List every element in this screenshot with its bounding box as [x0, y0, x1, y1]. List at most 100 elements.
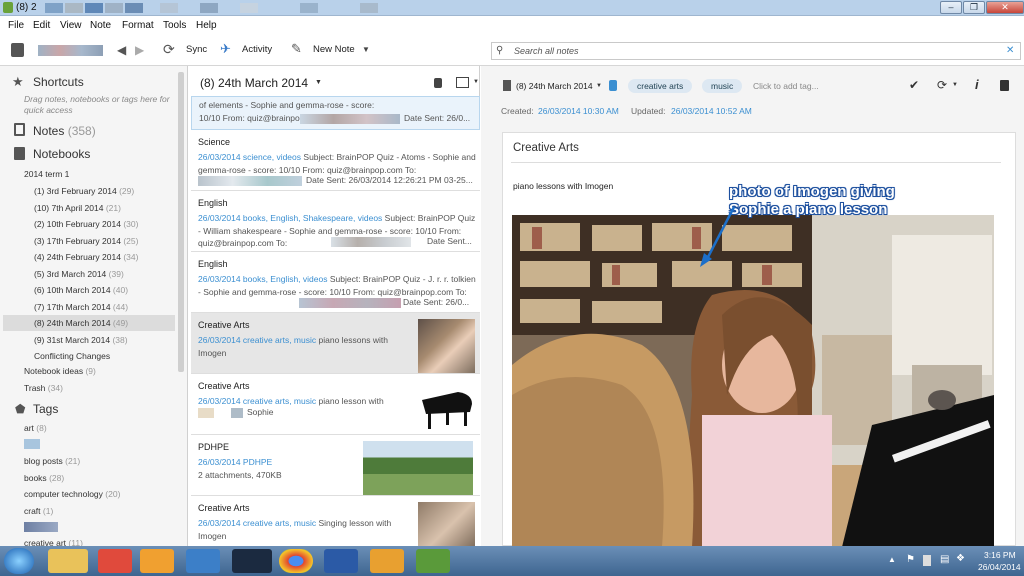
note-thumbnail — [418, 502, 475, 546]
view-options-dropdown-icon[interactable]: ▼ — [473, 79, 479, 85]
sidebar-item-notebook[interactable]: (7) 17th March 2014 (44) — [34, 302, 128, 312]
sidebar-item-notebook[interactable]: Conflicting Changes — [34, 351, 110, 361]
sidebar-item-notebook[interactable]: (9) 31st March 2014 (38) — [34, 335, 128, 345]
sidebar-tag-art[interactable]: art (8) — [24, 423, 47, 433]
activity-icon[interactable]: ✈ — [220, 41, 231, 57]
menu-edit[interactable]: Edit — [33, 20, 50, 31]
photo-annotation: photo of Imogen giving Sophie a piano le… — [729, 183, 895, 219]
hp-taskbar-icon[interactable] — [232, 549, 272, 573]
tray-expand-icon[interactable]: ▲ — [888, 555, 896, 564]
word-taskbar-icon[interactable] — [324, 549, 358, 573]
menu-bar: File Edit View Note Format Tools Help — [0, 17, 1024, 35]
reminder-icon[interactable]: ✔ — [909, 78, 919, 92]
new-note-dropdown-icon[interactable]: ▼ — [362, 45, 370, 54]
lock-icon[interactable] — [434, 78, 442, 88]
share-dropdown-icon[interactable]: ▼ — [952, 82, 958, 88]
close-button[interactable]: ✕ — [986, 1, 1024, 14]
sidebar-tag-books[interactable]: books (28) — [24, 473, 64, 483]
sync-icon[interactable]: ⟳ — [163, 41, 175, 58]
account-name-redacted — [38, 45, 103, 56]
app-taskbar-icon[interactable] — [98, 549, 132, 573]
forward-arrow-icon[interactable]: ▶ — [135, 43, 144, 57]
list-item[interactable]: Creative Arts 26/03/2014 creative arts, … — [191, 374, 480, 435]
note-photo — [512, 215, 994, 547]
sidebar-item-notebook[interactable]: (5) 3rd March 2014 (39) — [34, 269, 124, 279]
menu-note[interactable]: Note — [90, 20, 111, 31]
tag-icon — [609, 80, 617, 91]
menu-tools[interactable]: Tools — [163, 20, 186, 31]
notebook-stack[interactable]: 2014 term 1 — [24, 169, 69, 179]
media-taskbar-icon[interactable] — [140, 549, 174, 573]
clear-search-icon[interactable]: ✕ — [1006, 45, 1014, 56]
sidebar-notes[interactable]: Notes (358) — [33, 124, 96, 138]
start-button[interactable] — [4, 548, 34, 574]
list-item[interactable]: Creative Arts 26/03/2014 creative arts, … — [191, 496, 480, 546]
notebooks-heading[interactable]: Notebooks — [33, 147, 90, 161]
sidebar-item-notebook[interactable]: (4) 24th February 2014 (34) — [34, 252, 138, 262]
sidebar-item-trash[interactable]: Trash (34) — [24, 383, 63, 393]
sidebar-item-notebook[interactable]: (3) 17th February 2014 (25) — [34, 236, 138, 246]
sidebar-scrollbar[interactable] — [178, 72, 184, 372]
clock-time[interactable]: 3:16 PM — [984, 550, 1016, 560]
list-item[interactable]: PDHPE 26/03/2014 PDHPE 2 attachments, 47… — [191, 435, 480, 496]
notebook-dropdown-icon[interactable]: ▼ — [596, 83, 602, 89]
share-icon[interactable]: ⟳ — [937, 78, 947, 92]
info-icon[interactable]: i — [975, 77, 979, 92]
sidebar-item-notebook[interactable]: (8) 24th March 2014 (49) — [34, 318, 128, 328]
tray-dropbox-icon[interactable]: ❖ — [956, 553, 965, 564]
sync-button[interactable]: Sync — [186, 44, 207, 55]
tag-music[interactable]: music — [702, 79, 743, 93]
new-note-button[interactable]: New Note — [313, 44, 355, 55]
maximize-button[interactable]: ❐ — [963, 1, 985, 14]
tray-flag-icon[interactable]: ⚑ — [906, 554, 915, 565]
note-title-field[interactable]: Creative Arts — [513, 142, 579, 154]
notes-icon — [14, 123, 25, 136]
tag-creative-arts[interactable]: creative arts — [628, 79, 693, 93]
app-taskbar-icon[interactable] — [186, 549, 220, 573]
minimize-button[interactable]: ‒ — [940, 1, 962, 14]
account-icon[interactable] — [11, 43, 24, 57]
search-input[interactable]: Search all notes — [514, 46, 579, 56]
list-item[interactable]: of elements - Sophie and gemma-rose - sc… — [191, 96, 480, 130]
search-box[interactable]: ⚲ Search all notes ✕ — [491, 42, 1021, 60]
menu-help[interactable]: Help — [196, 20, 217, 31]
note-editor[interactable]: Creative Arts piano lessons with Imogen … — [502, 132, 1016, 547]
menu-format[interactable]: Format — [122, 20, 154, 31]
sidebar-tag-computer-technology[interactable]: computer technology (20) — [24, 489, 120, 499]
sidebar-tag-blog-posts[interactable]: blog posts (21) — [24, 456, 80, 466]
piano-thumbnail — [418, 380, 475, 434]
clock-date[interactable]: 26/04/2014 — [978, 562, 1021, 572]
menu-view[interactable]: View — [60, 20, 82, 31]
sidebar-item-notebook[interactable]: (2) 10th February 2014 (30) — [34, 219, 138, 229]
note-body-text[interactable]: piano lessons with Imogen — [513, 181, 613, 191]
notelist-header[interactable]: (8) 24th March 2014 — [200, 76, 308, 90]
sidebar-item-notebook-ideas[interactable]: Notebook ideas (9) — [24, 366, 96, 376]
tags-heading[interactable]: Tags — [33, 402, 58, 416]
outlook-taskbar-icon[interactable] — [370, 549, 404, 573]
notelist-header-dropdown-icon[interactable]: ▼ — [315, 79, 322, 86]
note-notebook[interactable]: (8) 24th March 2014 — [516, 81, 593, 91]
trash-icon[interactable] — [1000, 80, 1009, 91]
explorer-taskbar-icon[interactable] — [48, 549, 88, 573]
tray-network-icon[interactable]: ▤ — [940, 554, 949, 565]
list-item[interactable]: Creative Arts 26/03/2014 creative arts, … — [191, 313, 480, 374]
note-title: PDHPE — [198, 442, 230, 452]
tray-battery-icon[interactable] — [923, 555, 931, 566]
activity-button[interactable]: Activity — [242, 44, 272, 55]
chrome-taskbar-icon[interactable] — [279, 549, 313, 573]
sidebar-tag-craft[interactable]: craft (1) — [24, 506, 53, 516]
evernote-taskbar-icon[interactable] — [416, 549, 450, 573]
sidebar-item-notebook[interactable]: (10) 7th April 2014 (21) — [34, 203, 121, 213]
sidebar-item-notebook[interactable]: (6) 10th March 2014 (40) — [34, 285, 128, 295]
list-item[interactable]: English 26/03/2014 books, English, Shake… — [191, 191, 480, 252]
view-options-icon[interactable] — [456, 77, 469, 88]
add-tag-input[interactable]: Click to add tag... — [753, 81, 819, 91]
new-note-icon[interactable]: ✎ — [291, 41, 302, 57]
shortcuts-heading[interactable]: Shortcuts — [33, 75, 84, 89]
list-item[interactable]: Science 26/03/2014 science, videos Subje… — [191, 130, 480, 191]
sidebar-item-notebook[interactable]: (1) 3rd February 2014 (29) — [34, 186, 134, 196]
menu-file[interactable]: File — [8, 20, 24, 31]
notebook-icon — [503, 80, 511, 91]
list-item[interactable]: English 26/03/2014 books, English, video… — [191, 252, 480, 313]
back-arrow-icon[interactable]: ◀ — [117, 43, 126, 57]
